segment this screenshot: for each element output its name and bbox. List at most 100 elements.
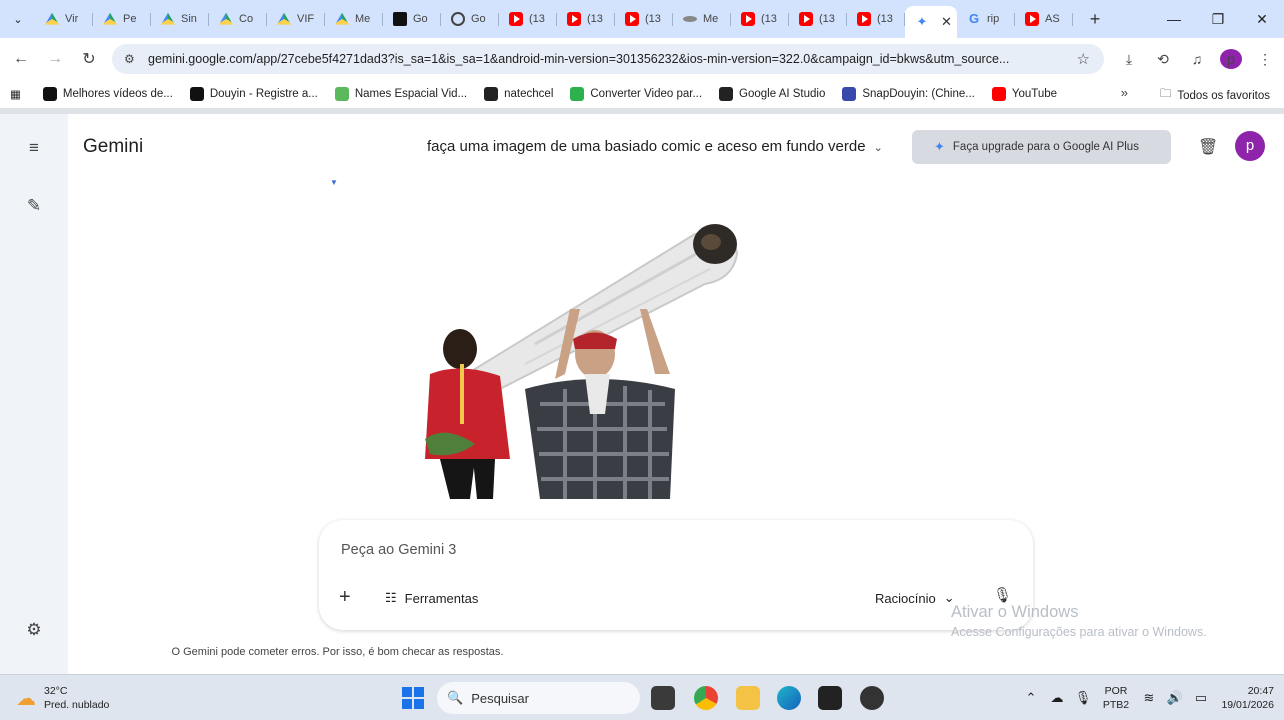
- tab[interactable]: (13: [615, 4, 673, 34]
- tab[interactable]: (13: [789, 4, 847, 34]
- settings-gear-icon[interactable]: ⚙: [24, 620, 44, 640]
- taskbar-search[interactable]: 🔍 Pesquisar: [437, 682, 640, 714]
- volume-icon[interactable]: 🔊: [1162, 690, 1188, 706]
- back-arrow-icon[interactable]: ←: [4, 50, 38, 68]
- youtube-icon: [625, 12, 639, 26]
- bookmark-item[interactable]: Google AI Studio: [719, 87, 825, 101]
- tab[interactable]: (13: [731, 4, 789, 34]
- drive-icon: [277, 12, 291, 25]
- prompt-input[interactable]: [341, 538, 981, 562]
- bookmark-item[interactable]: Converter Video par...: [570, 87, 702, 101]
- bookmark-item[interactable]: SnapDouyin: (Chine...: [842, 87, 975, 101]
- profile-avatar[interactable]: p: [1220, 49, 1242, 69]
- tab[interactable]: Pe: [93, 4, 151, 34]
- tab-strip: ⌄ Vir Pe Sin Co VIF Me Go Go (13 (13 (13 Me (13 (13 (1…: [0, 0, 1284, 38]
- bookmark-item[interactable]: Douyin - Registre a...: [189, 87, 318, 101]
- tab[interactable]: Vir: [35, 4, 93, 34]
- address-bar[interactable]: ⚙ gemini.google.com/app/27cebe5f4271dad3…: [112, 44, 1104, 74]
- tab[interactable]: Me: [325, 4, 383, 34]
- tab-search-button[interactable]: ⌄: [5, 6, 31, 32]
- window-controls: — ❐ ✕: [1152, 0, 1284, 38]
- tab[interactable]: Go: [383, 4, 441, 34]
- download-icon[interactable]: ⤓: [1118, 51, 1140, 68]
- apps-grid-icon[interactable]: ▦: [10, 87, 21, 101]
- browser-toolbar: ← → ↻ ⚙ gemini.google.com/app/27cebe5f42…: [0, 38, 1284, 80]
- chrome-icon[interactable]: [694, 686, 718, 710]
- chat-title-dropdown[interactable]: faça uma imagem de uma basiado comic e a…: [427, 138, 883, 155]
- drive-icon: [45, 12, 59, 25]
- bookmark-favicon-icon: [570, 87, 585, 101]
- language-indicator[interactable]: POR PTB2: [1096, 684, 1136, 712]
- clock[interactable]: 20:47 19/01/2026: [1214, 684, 1284, 712]
- upgrade-button[interactable]: ✦ Faça upgrade para o Google AI Plus: [912, 130, 1171, 164]
- tab-label: (13: [761, 13, 777, 25]
- generated-image[interactable]: [415, 214, 745, 499]
- tab[interactable]: VIF: [267, 4, 325, 34]
- tab[interactable]: (13: [499, 4, 557, 34]
- tab[interactable]: (13: [847, 4, 905, 34]
- close-window-icon[interactable]: ✕: [1240, 11, 1284, 28]
- more-bookmarks-icon[interactable]: »: [1121, 85, 1128, 100]
- youtube-icon: [857, 12, 871, 26]
- site-info-icon[interactable]: ⚙: [124, 52, 144, 66]
- bookmark-favicon-icon: [719, 87, 734, 101]
- forward-arrow-icon[interactable]: →: [38, 50, 72, 68]
- bookmark-item[interactable]: natechcel: [484, 87, 553, 101]
- edge-icon[interactable]: [777, 686, 801, 710]
- youtube-icon: [509, 12, 523, 26]
- media-control-icon[interactable]: ♫: [1186, 51, 1208, 67]
- tab[interactable]: Go: [441, 4, 499, 34]
- app-icon[interactable]: [860, 686, 884, 710]
- all-bookmarks-folder[interactable]: 🗀 Todos os favoritos: [1160, 86, 1270, 105]
- tab-label: (13: [529, 13, 545, 25]
- weather-widget[interactable]: ☁ 32°C Pred. nublado: [16, 684, 109, 712]
- model-selector[interactable]: Raciocínio ⌄: [875, 590, 955, 606]
- tools-button[interactable]: ☷ Ferramentas: [385, 590, 478, 606]
- bookmark-item[interactable]: Melhores vídeos de...: [42, 87, 173, 101]
- tab[interactable]: Grip: [957, 4, 1015, 34]
- bookmark-item[interactable]: Names Espacial Vid...: [334, 87, 467, 101]
- wifi-icon[interactable]: ≋: [1136, 690, 1162, 706]
- prompt-composer: + ☷ Ferramentas Raciocínio ⌄ 🎙: [319, 520, 1033, 630]
- youtube-icon: [1025, 12, 1039, 26]
- search-icon: 🔍: [447, 690, 464, 705]
- youtube-icon: [741, 12, 755, 26]
- add-attachment-icon[interactable]: +: [339, 586, 351, 609]
- capcut-icon[interactable]: [818, 686, 842, 710]
- disclaimer-text: O Gemini pode cometer erros. Por isso, é…: [171, 646, 504, 658]
- tab-active[interactable]: ✦ ✕: [905, 6, 957, 38]
- taskview-icon[interactable]: [651, 686, 675, 710]
- gemini-brand[interactable]: Gemini: [83, 136, 143, 158]
- microphone-icon[interactable]: 🎙: [993, 586, 1012, 604]
- microphone-icon[interactable]: 🎙: [1070, 690, 1096, 706]
- temporary-chat-icon[interactable]: 🗑: [1198, 137, 1218, 157]
- tools-sliders-icon: ☷: [385, 590, 397, 605]
- new-tab-button[interactable]: +: [1085, 9, 1105, 30]
- maximize-icon[interactable]: ❐: [1196, 11, 1240, 28]
- menu-kebab-icon[interactable]: ⋮: [1254, 51, 1276, 68]
- chevron-up-icon[interactable]: ⌃: [1018, 690, 1044, 706]
- start-button[interactable]: [402, 687, 424, 709]
- reload-icon[interactable]: ↻: [72, 49, 106, 69]
- tab[interactable]: Sin: [151, 4, 209, 34]
- hamburger-menu-icon[interactable]: ≡: [24, 138, 44, 158]
- battery-icon[interactable]: ▭: [1188, 690, 1214, 706]
- extensions-icon[interactable]: ⟲: [1152, 51, 1174, 68]
- bookmark-favicon-icon: [842, 87, 857, 101]
- account-avatar[interactable]: p: [1235, 131, 1265, 161]
- bookmark-star-icon[interactable]: ☆: [1077, 50, 1090, 68]
- url-text[interactable]: gemini.google.com/app/27cebe5f4271dad3?i…: [148, 52, 1068, 66]
- tab[interactable]: Co: [209, 4, 267, 34]
- capcut-icon: [393, 12, 407, 26]
- file-explorer-icon[interactable]: [736, 686, 760, 710]
- tab[interactable]: Me: [673, 4, 731, 34]
- tab[interactable]: (13: [557, 4, 615, 34]
- drive-icon: [161, 12, 175, 25]
- onedrive-icon[interactable]: ☁: [1044, 690, 1070, 706]
- new-chat-icon[interactable]: ✎: [24, 196, 44, 216]
- minimize-icon[interactable]: —: [1152, 11, 1196, 27]
- tab-close-icon[interactable]: ✕: [941, 14, 952, 30]
- bookmark-item[interactable]: YouTube: [991, 87, 1057, 101]
- tab[interactable]: AS: [1015, 4, 1073, 34]
- tab-label: (13: [587, 13, 603, 25]
